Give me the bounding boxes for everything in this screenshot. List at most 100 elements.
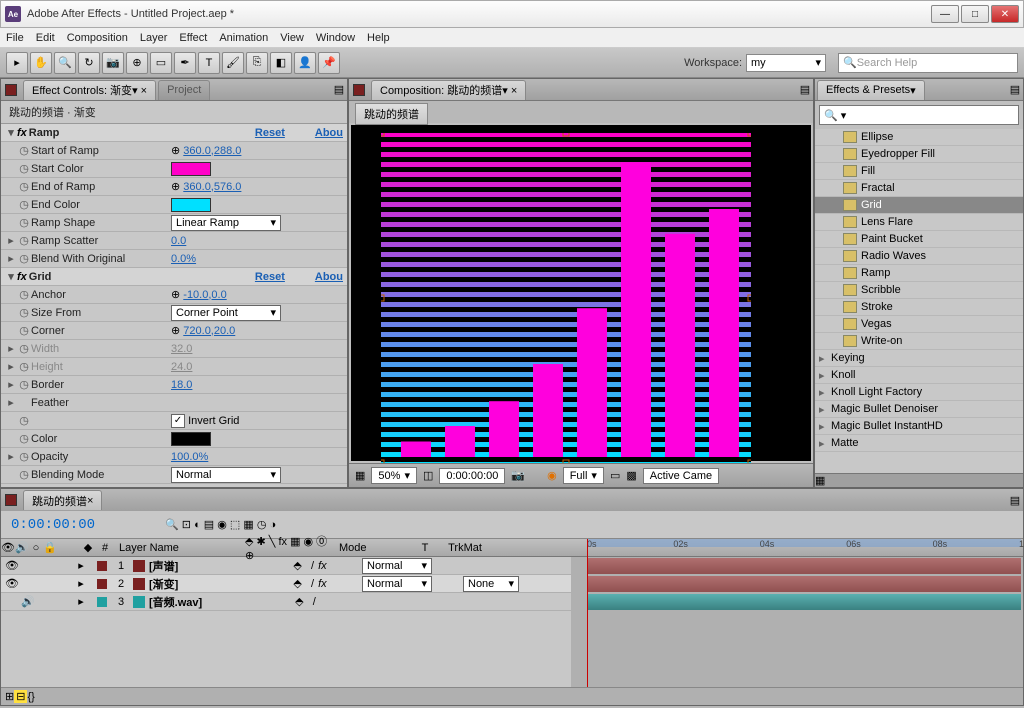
preset-item[interactable]: Ramp (815, 265, 1023, 282)
layer-bar[interactable] (587, 576, 1021, 592)
panel-menu-icon[interactable]: ▤ (1007, 83, 1023, 96)
ramp-scatter-value[interactable]: 0.0 (171, 235, 186, 247)
zoom-select[interactable]: 50% ▾ (371, 467, 417, 484)
stopwatch-icon[interactable]: ◷ (17, 198, 31, 211)
col-eye-icon[interactable]: 👁 (1, 539, 15, 556)
stopwatch-icon[interactable]: ◷ (17, 378, 31, 391)
panel-footer-icon[interactable]: ▦ (815, 473, 1023, 487)
preset-item[interactable]: ▸Magic Bullet InstantHD (815, 418, 1023, 435)
crosshair-icon[interactable]: ⊕ (171, 180, 180, 193)
menu-window[interactable]: Window (316, 32, 355, 44)
roto-tool[interactable]: 👤 (294, 52, 316, 74)
eraser-tool[interactable]: ◧ (270, 52, 292, 74)
preset-item[interactable]: Paint Bucket (815, 231, 1023, 248)
stopwatch-icon[interactable]: ◷ (17, 288, 31, 301)
start-of-ramp-value[interactable]: 360.0,288.0 (183, 145, 241, 157)
preset-item[interactable]: Radio Waves (815, 248, 1023, 265)
tab-timeline[interactable]: 跳动的频谱 × (23, 490, 102, 510)
opacity-value[interactable]: 100.0% (171, 451, 208, 463)
effects-search-input[interactable]: 🔍 ▾ (819, 105, 1019, 125)
panel-menu-icon[interactable]: ▤ (1007, 494, 1023, 507)
tl-tool-icon[interactable]: ◷ (257, 518, 267, 531)
preset-item[interactable]: Stroke (815, 299, 1023, 316)
viewer-time[interactable]: 0:00:00:00 (439, 468, 505, 484)
stopwatch-icon[interactable]: ◷ (17, 324, 31, 337)
menu-help[interactable]: Help (367, 32, 390, 44)
effect-grid-header[interactable]: ▾fx Grid Reset Abou (1, 268, 347, 286)
crosshair-icon[interactable]: ⊕ (171, 288, 180, 301)
preset-item[interactable]: Write-on (815, 333, 1023, 350)
preset-item[interactable]: Eyedropper Fill (815, 146, 1023, 163)
minimize-button[interactable]: — (931, 5, 959, 23)
tl-tool-icon[interactable]: ◐ (194, 519, 201, 531)
preset-item[interactable]: ▸Magic Bullet Denoiser (815, 401, 1023, 418)
tl-tool-icon[interactable]: 🔍 (165, 518, 179, 531)
playhead[interactable] (587, 539, 588, 687)
stopwatch-icon[interactable]: ◷ (17, 306, 31, 319)
rotate-tool[interactable]: ↻ (78, 52, 100, 74)
stopwatch-icon[interactable]: ◷ (17, 216, 31, 229)
transparency-icon[interactable]: ▩ (626, 469, 636, 482)
channels-icon[interactable]: ◉ (547, 469, 557, 482)
crosshair-icon[interactable]: ⊕ (171, 144, 180, 157)
resolution-select[interactable]: Full ▾ (563, 467, 604, 484)
puppet-tool[interactable]: 📌 (318, 52, 340, 74)
preset-item[interactable]: Fill (815, 163, 1023, 180)
end-color-swatch[interactable] (171, 198, 211, 212)
timeline-ruler[interactable]: 0s02s04s06s08s10s (571, 539, 1023, 557)
menu-animation[interactable]: Animation (219, 32, 268, 44)
region-icon[interactable]: ▭ (610, 469, 620, 482)
col-label-icon[interactable]: ◆ (81, 539, 95, 556)
stopwatch-icon[interactable]: ◷ (17, 414, 31, 427)
tab-effects-presets[interactable]: Effects & Presets ▾ (817, 80, 925, 100)
col-lock-icon[interactable]: 🔒 (43, 539, 57, 556)
ramp-about[interactable]: Abou (315, 127, 343, 139)
toggle-switches-icon[interactable]: ⊞ (5, 690, 14, 703)
ramp-shape-select[interactable]: Linear Ramp▾ (171, 215, 281, 231)
end-of-ramp-value[interactable]: 360.0,576.0 (183, 181, 241, 193)
preset-item[interactable]: Grid (815, 197, 1023, 214)
search-help-input[interactable]: 🔍 Search Help (838, 53, 1018, 73)
close-button[interactable]: ✕ (991, 5, 1019, 23)
stopwatch-icon[interactable]: ◷ (17, 144, 31, 157)
tab-composition[interactable]: Composition: 跳动的频谱 ▾ × (371, 80, 526, 100)
grid-icon[interactable]: ▦ (355, 469, 365, 482)
grid-about[interactable]: Abou (315, 271, 343, 283)
invert-grid-checkbox[interactable]: ✓ (171, 414, 185, 428)
text-tool[interactable]: T (198, 52, 220, 74)
size-from-select[interactable]: Corner Point▾ (171, 305, 281, 321)
grid-reset[interactable]: Reset (255, 271, 285, 283)
menu-layer[interactable]: Layer (140, 32, 168, 44)
camera-tool[interactable]: 📷 (102, 52, 124, 74)
stopwatch-icon[interactable]: ◷ (17, 432, 31, 445)
brackets-icon[interactable]: {} (27, 691, 34, 703)
menu-view[interactable]: View (280, 32, 304, 44)
aspect-icon[interactable]: ◫ (423, 469, 433, 482)
comp-inner-tab[interactable]: 跳动的频谱 (355, 103, 428, 125)
menu-effect[interactable]: Effect (179, 32, 207, 44)
hand-tool[interactable]: ✋ (30, 52, 52, 74)
menu-file[interactable]: File (6, 32, 24, 44)
stopwatch-icon[interactable]: ◷ (17, 252, 31, 265)
pan-behind-tool[interactable]: ⊕ (126, 52, 148, 74)
layer-bar[interactable] (587, 594, 1021, 610)
stopwatch-icon[interactable]: ◷ (17, 162, 31, 175)
menu-composition[interactable]: Composition (67, 32, 128, 44)
preset-item[interactable]: ▸Knoll Light Factory (815, 384, 1023, 401)
col-solo-icon[interactable]: ○ (29, 539, 43, 556)
blending-mode-select[interactable]: Normal▾ (171, 467, 281, 483)
stopwatch-icon[interactable]: ◷ (17, 450, 31, 463)
camera-select[interactable]: Active Came (643, 468, 719, 484)
timeline-layer-row[interactable]: 👁▸2[渐变]⬘ / fxNormal▾None▾ (1, 575, 571, 593)
panel-menu-icon[interactable]: ▤ (797, 83, 813, 96)
anchor-value[interactable]: -10.0,0.0 (183, 289, 226, 301)
preset-item[interactable]: Lens Flare (815, 214, 1023, 231)
ramp-reset[interactable]: Reset (255, 127, 285, 139)
rect-tool[interactable]: ▭ (150, 52, 172, 74)
pen-tool[interactable]: ✒ (174, 52, 196, 74)
tl-tool-icon[interactable]: ▦ (243, 518, 253, 531)
workspace-select[interactable]: my▾ (746, 54, 826, 72)
tab-effect-controls[interactable]: Effect Controls: 渐变 ▾ × (23, 80, 156, 100)
preset-item[interactable]: ▸Knoll (815, 367, 1023, 384)
timeline-layer-row[interactable]: 🔊▸3[音频.wav]⬘ / (1, 593, 571, 611)
